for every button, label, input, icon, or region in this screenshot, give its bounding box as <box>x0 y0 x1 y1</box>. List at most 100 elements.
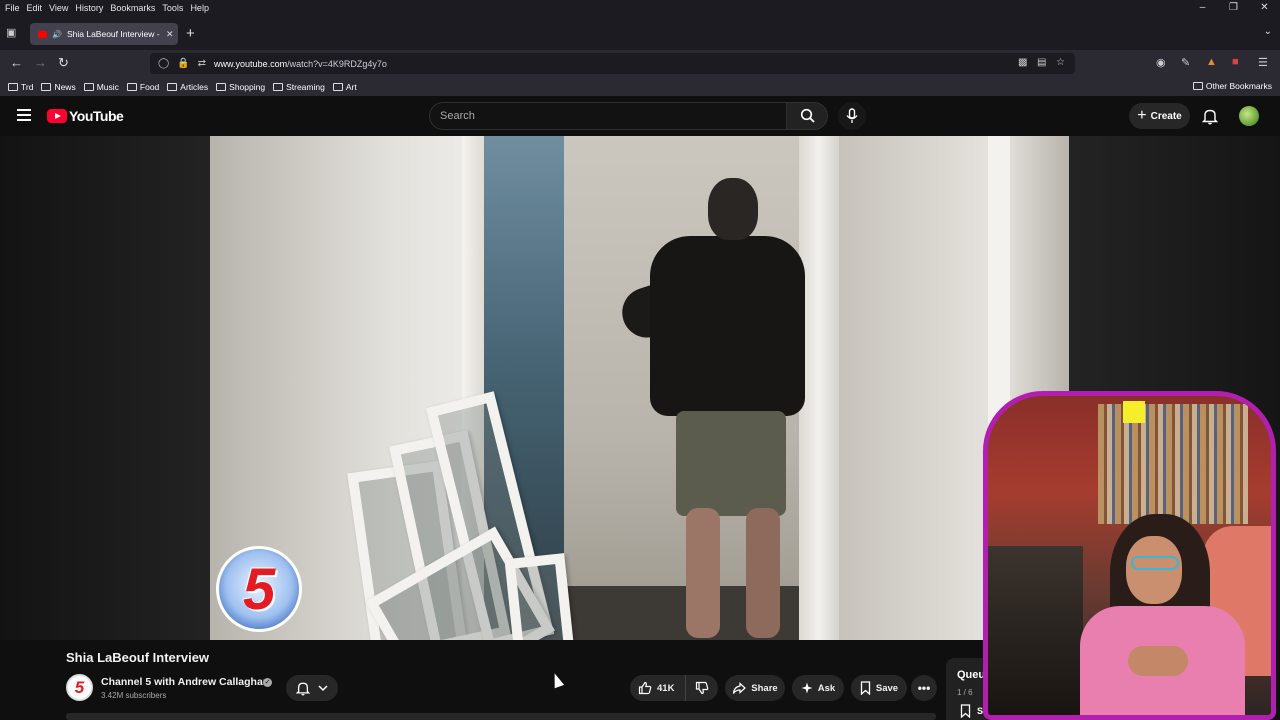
scene-person-body <box>650 236 805 416</box>
save-button[interactable]: Save <box>851 675 907 701</box>
menu-view[interactable]: View <box>49 3 68 13</box>
scene-door-frame-right <box>799 136 839 640</box>
shield-icon[interactable]: ◯ <box>158 58 169 69</box>
bookmark-star-icon[interactable]: ☆ <box>1056 57 1065 68</box>
mouse-cursor-icon <box>549 671 565 689</box>
bookmark-folder-food[interactable]: Food <box>126 82 159 92</box>
window-controls: – ❐ ✕ <box>1187 0 1280 16</box>
thumbs-down-icon <box>695 681 709 695</box>
scene-person-shorts <box>676 411 786 516</box>
queue-title: Queu <box>957 669 986 681</box>
close-tab-icon[interactable]: ✕ <box>166 29 174 40</box>
share-button[interactable]: Share <box>725 675 785 701</box>
channel-name[interactable]: Channel 5 with Andrew Callaghan <box>101 676 269 688</box>
reader-view-icon[interactable]: ▤ <box>1037 57 1046 68</box>
like-button[interactable]: 41K <box>630 675 686 701</box>
bookmark-folder-trd[interactable]: Trd <box>8 82 33 92</box>
extension-icon[interactable]: ▲ <box>1206 56 1217 68</box>
video-player[interactable]: 5 <box>210 136 1069 640</box>
thumbs-up-icon <box>638 681 652 695</box>
more-actions-icon[interactable]: ••• <box>911 675 937 701</box>
scene-person-leg <box>746 508 780 638</box>
bookmarks-bar: Trd News Music Food Articles Shopping St… <box>0 77 1280 96</box>
subscriber-count: 3.42M subscribers <box>101 691 167 700</box>
search-icon <box>800 108 815 123</box>
bell-icon <box>296 682 310 695</box>
scene-person-head <box>708 178 758 240</box>
tab-manager-icon[interactable]: ▣ <box>6 26 20 40</box>
youtube-header: YouTube Search + Create <box>0 96 1280 136</box>
search-button[interactable] <box>786 102 828 130</box>
tab-youtube[interactable]: 🔊 Shia LaBeouf Interview - Yo ✕ <box>30 23 178 45</box>
folder-icon <box>83 82 94 91</box>
minimize-icon[interactable]: – <box>1187 0 1218 16</box>
bookmark-folder-art[interactable]: Art <box>332 82 357 92</box>
navigation-bar: ← → ↻ ◯ 🔒 ⇄ www.youtube.com/watch?v=4K9R… <box>0 50 1280 77</box>
url-text: www.youtube.com/watch?v=4K9RDZg4y7o <box>214 58 387 69</box>
bookmark-icon <box>860 681 871 695</box>
lock-icon[interactable]: 🔒 <box>177 58 189 69</box>
bookmark-folder-articles[interactable]: Articles <box>167 82 208 92</box>
account-avatar[interactable] <box>1239 106 1259 126</box>
permissions-icon[interactable]: ⇄ <box>198 58 206 69</box>
account-icon[interactable]: ◉ <box>1156 56 1166 69</box>
video-title: Shia LaBeouf Interview <box>66 650 210 665</box>
menu-bookmarks[interactable]: Bookmarks <box>110 3 155 13</box>
tab-title: Shia LaBeouf Interview - Yo <box>66 29 162 39</box>
webcam-yellow-sign <box>1123 401 1145 423</box>
bookmark-icon <box>960 704 971 718</box>
streamer-webcam-overlay <box>983 391 1276 720</box>
bookmark-folder-shopping[interactable]: Shopping <box>216 82 265 92</box>
pip-icon[interactable]: ▩ <box>1018 57 1027 68</box>
folder-icon <box>216 82 227 91</box>
subscription-notifications-button[interactable] <box>286 675 338 701</box>
folder-icon <box>273 82 284 91</box>
folder-icon <box>167 82 178 91</box>
app-menu-icon[interactable]: ☰ <box>1258 56 1268 69</box>
browser-menubar: File Edit View History Bookmarks Tools H… <box>0 0 1280 16</box>
screen: File Edit View History Bookmarks Tools H… <box>0 0 1280 720</box>
search-input[interactable]: Search <box>429 102 786 130</box>
tab-strip: ▣ 🔊 Shia LaBeouf Interview - Yo ✕ + ⌄ <box>0 16 1280 50</box>
sparkle-icon <box>801 682 813 694</box>
other-bookmarks[interactable]: Other Bookmarks <box>1192 81 1272 91</box>
menu-history[interactable]: History <box>75 3 103 13</box>
back-icon[interactable]: ← <box>10 55 23 70</box>
scene-picture-frame <box>504 553 576 640</box>
menu-edit[interactable]: Edit <box>27 3 43 13</box>
channel-avatar[interactable]: 5 <box>66 674 93 701</box>
create-button[interactable]: + Create <box>1129 103 1190 129</box>
maximize-icon[interactable]: ❐ <box>1218 0 1249 16</box>
scene-person-leg <box>686 508 720 638</box>
microphone-icon <box>846 108 858 123</box>
audio-playing-icon[interactable]: 🔊 <box>52 30 62 39</box>
extensions-icon[interactable]: ✎ <box>1181 56 1190 69</box>
ask-button[interactable]: Ask <box>792 675 844 701</box>
like-dislike-group: 41K <box>630 675 718 701</box>
guide-menu-icon[interactable] <box>17 109 31 121</box>
notifications-bell-icon[interactable] <box>1202 108 1218 125</box>
menu-file[interactable]: File <box>5 3 20 13</box>
new-tab-icon[interactable]: + <box>186 25 195 42</box>
menu-help[interactable]: Help <box>190 3 209 13</box>
youtube-logo[interactable]: YouTube <box>47 108 124 124</box>
voice-search-button[interactable] <box>838 102 866 130</box>
ublock-icon[interactable]: ■ <box>1232 56 1239 68</box>
webcam-person-face <box>1126 536 1182 604</box>
reload-icon[interactable]: ↻ <box>58 55 69 71</box>
close-window-icon[interactable]: ✕ <box>1249 0 1280 16</box>
bookmark-folder-news[interactable]: News <box>41 82 76 92</box>
youtube-favicon-icon <box>38 30 47 38</box>
list-all-tabs-icon[interactable]: ⌄ <box>1264 26 1272 37</box>
folder-icon <box>1192 82 1203 90</box>
menu-tools[interactable]: Tools <box>162 3 183 13</box>
bookmark-folder-streaming[interactable]: Streaming <box>273 82 325 92</box>
folder-icon <box>8 82 18 91</box>
bookmark-folder-music[interactable]: Music <box>83 82 119 92</box>
folder-icon <box>332 82 343 91</box>
dislike-button[interactable] <box>686 681 718 695</box>
webcam-person-hands <box>1128 646 1188 676</box>
url-bar[interactable]: ◯ 🔒 ⇄ www.youtube.com/watch?v=4K9RDZg4y7… <box>150 53 1075 74</box>
forward-icon[interactable]: → <box>34 55 47 70</box>
webcam-glasses <box>1131 556 1179 570</box>
